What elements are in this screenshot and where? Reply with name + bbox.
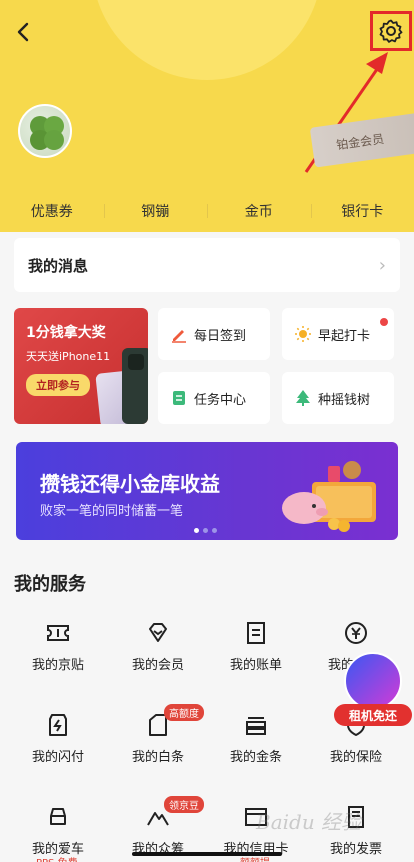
service-label: 我的京贴 <box>31 658 84 673</box>
pencil-icon <box>170 325 188 343</box>
tab-gold[interactable]: 金币 <box>207 201 311 221</box>
tree-icon <box>294 389 312 407</box>
sun-icon <box>294 325 312 343</box>
service-flash-pay[interactable]: 我的闪付 <box>8 712 108 782</box>
service-baitiao[interactable]: 我的白条 <box>108 712 208 782</box>
yen-icon <box>345 622 367 644</box>
piggy-bank-illustration <box>282 461 376 532</box>
service-label: 我的账单 <box>229 658 282 673</box>
chevron-right-icon: › <box>378 254 386 276</box>
banner-title: 攒钱还得小金库收益 <box>40 472 220 496</box>
settings-button[interactable] <box>370 11 412 51</box>
service-label: 我的白条 <box>131 750 184 765</box>
tab-bank-cards[interactable]: 银行卡 <box>310 201 414 221</box>
back-button[interactable] <box>10 16 38 48</box>
phone-image <box>122 348 148 424</box>
promo-join-button[interactable]: 立即参与 <box>26 374 90 396</box>
service-bill[interactable]: 我的账单 <box>206 620 306 690</box>
tile-task-center[interactable]: 任务中心 <box>158 372 270 424</box>
service-subtext: PPS 免费 <box>36 854 78 862</box>
service-tag: 高额度 <box>164 704 204 721</box>
notification-dot <box>380 318 388 326</box>
phone-ad-image <box>344 652 402 710</box>
promo-subtitle: 天天送iPhone11 <box>26 350 111 363</box>
tile-label: 每日签到 <box>194 328 247 344</box>
car-icon <box>50 808 66 825</box>
document-icon <box>170 389 188 407</box>
tile-daily-checkin[interactable]: 每日签到 <box>158 308 270 360</box>
service-jingtie[interactable]: 我的京贴 <box>8 620 108 690</box>
floating-ad[interactable]: 租机免还 <box>334 652 414 728</box>
service-label: 我的金条 <box>229 750 282 765</box>
banner-subtitle: 败家一笔的同时储蓄一笔 <box>40 504 184 519</box>
tile-label: 早起打卡 <box>318 328 371 344</box>
floating-ad-label: 租机免还 <box>334 704 412 726</box>
chevron-left-icon <box>17 22 29 42</box>
service-label: 我的会员 <box>131 658 184 673</box>
avatar[interactable] <box>18 104 72 158</box>
service-tag: 领京豆 <box>164 796 204 813</box>
banner-pager <box>194 528 217 533</box>
messages-title: 我的消息 <box>28 256 89 275</box>
service-label: 我的保险 <box>329 750 382 765</box>
tab-coupons[interactable]: 优惠券 <box>0 201 104 221</box>
service-membership[interactable]: 我的会员 <box>108 620 208 690</box>
watermark: Baidu 经验 <box>256 810 362 834</box>
tab-coins[interactable]: 钢镚 <box>103 201 208 221</box>
flash-pay-icon <box>49 714 67 736</box>
tile-label: 种摇钱树 <box>318 392 371 408</box>
gear-icon <box>379 19 403 43</box>
section-title: 我的服务 <box>14 574 86 595</box>
header-decoration <box>92 0 322 80</box>
vip-badge-label: 铂金会员 <box>335 131 385 152</box>
home-indicator[interactable] <box>132 852 282 856</box>
diamond-icon <box>149 623 167 642</box>
promo-title: 1分钱拿大奖 <box>26 325 106 341</box>
service-jintiao[interactable]: 我的金条 <box>206 712 306 782</box>
service-label: 我的发票 <box>329 842 382 857</box>
savings-banner[interactable]: 攒钱还得小金库收益 败家一笔的同时储蓄一笔 <box>16 442 398 540</box>
tile-money-tree[interactable]: 种摇钱树 <box>282 372 394 424</box>
service-label: 我的闪付 <box>31 750 84 765</box>
gold-bar-icon <box>246 717 266 735</box>
tile-early-checkin[interactable]: 早起打卡 <box>282 308 394 360</box>
ticket-icon <box>47 625 69 641</box>
bill-icon <box>247 622 265 644</box>
tile-label: 任务中心 <box>194 392 247 408</box>
asset-tabs: 优惠券 钢镚 金币 银行卡 <box>0 190 414 232</box>
messages-card[interactable]: 我的消息 › <box>14 238 400 292</box>
promo-card[interactable]: 1分钱拿大奖 天天送iPhone11 立即参与 <box>14 308 148 424</box>
